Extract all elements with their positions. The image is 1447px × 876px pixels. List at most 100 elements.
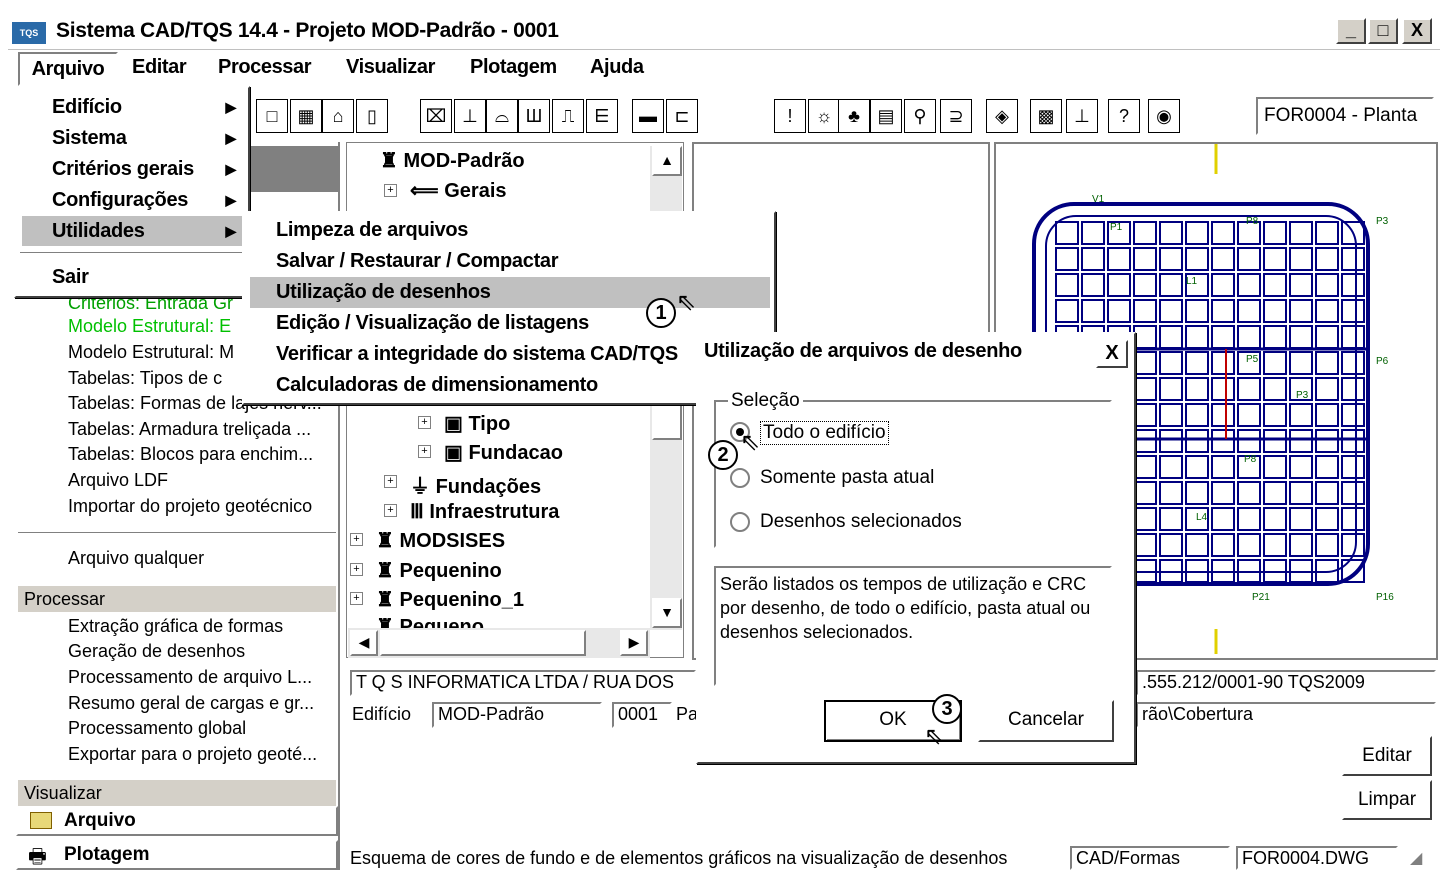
scroll-left-button[interactable]: ◀ xyxy=(350,630,378,656)
left-item[interactable]: Tabelas: Blocos para enchim... xyxy=(68,444,313,465)
arquivo-button[interactable]: Arquivo xyxy=(16,806,338,836)
scroll-right-button[interactable]: ▶ xyxy=(620,630,648,656)
tree-node-infraestrutura[interactable]: Ⅲ Infraestrutura xyxy=(410,499,559,524)
menu-editar[interactable]: Editar xyxy=(132,56,187,79)
menu-ajuda[interactable]: Ajuda xyxy=(590,56,644,79)
editar-button[interactable]: Editar xyxy=(1342,736,1432,776)
floor-plan-cell xyxy=(1315,481,1339,505)
arquivo-label: Arquivo xyxy=(64,810,136,831)
drawing-label: P3 xyxy=(1296,390,1309,401)
left-item[interactable]: Geração de desenhos xyxy=(68,641,245,662)
globe-icon[interactable]: ◉ xyxy=(1148,99,1180,133)
hscroll-thumb[interactable] xyxy=(380,630,586,656)
expand-icon[interactable]: + xyxy=(384,475,397,488)
floor-plan-cell xyxy=(1211,533,1235,557)
tree-node-mod-padrao[interactable]: ♜ MOD-Padrão xyxy=(380,148,525,173)
plug-icon[interactable]: ⊥ xyxy=(1066,99,1098,133)
building-icon[interactable]: ⌂ xyxy=(322,99,354,133)
left-item[interactable]: Modelo Estrutural: M xyxy=(68,342,234,363)
left-item[interactable]: Arquivo qualquer xyxy=(68,548,204,569)
slab-icon[interactable]: ⋿ xyxy=(586,99,618,133)
left-item[interactable]: Arquivo LDF xyxy=(68,470,168,491)
tree-node-pequeno[interactable]: ♜ Pequeno xyxy=(376,614,484,628)
limpar-button[interactable]: Limpar xyxy=(1342,780,1432,820)
scroll-up-button[interactable]: ▲ xyxy=(652,146,682,176)
expand-icon[interactable]: + xyxy=(384,504,397,517)
menu-plotagem[interactable]: Plotagem xyxy=(470,56,557,79)
expand-icon[interactable]: + xyxy=(350,592,363,605)
foundation-icon[interactable]: ⊥ xyxy=(454,99,486,133)
menu-item-criterios[interactable]: Critérios gerais ▶ xyxy=(22,154,244,184)
tree-node-tipo[interactable]: ▣ Tipo xyxy=(444,411,510,436)
label-desenhos-selecionados[interactable]: Desenhos selecionados xyxy=(760,511,962,533)
plant-select[interactable]: FOR0004 - Planta xyxy=(1256,97,1434,135)
dialog-close-button[interactable]: X xyxy=(1096,340,1128,368)
cloud-icon[interactable]: ♣ xyxy=(838,99,870,133)
grid-icon[interactable]: ▦ xyxy=(290,99,322,133)
radio-desenhos-selecionados[interactable] xyxy=(730,512,750,532)
left-item[interactable]: Processamento de arquivo L... xyxy=(68,667,312,688)
close-button[interactable]: X xyxy=(1402,18,1432,44)
tree-node-pequenino-1[interactable]: ♜ Pequenino_1 xyxy=(376,587,524,612)
tool-icon[interactable]: ⊇ xyxy=(940,99,972,133)
tree-node-fundacoes[interactable]: ⏚ Fundações xyxy=(410,470,541,499)
stair-icon[interactable]: ⎍ xyxy=(552,99,584,133)
floor-plan-cell xyxy=(1315,455,1339,479)
label-somente-pasta[interactable]: Somente pasta atual xyxy=(760,467,934,489)
calculator-icon[interactable]: ▤ xyxy=(870,99,902,133)
tree-node-modsises[interactable]: ♜ MODSISES xyxy=(376,528,505,553)
left-item[interactable]: Extração gráfica de formas xyxy=(68,616,283,637)
floor-plan-cell xyxy=(1289,429,1313,453)
zoom-icon[interactable]: ⚲ xyxy=(904,99,936,133)
drawing-label: P21 xyxy=(1252,592,1270,603)
menu-item-edificio[interactable]: Edifício ▶ xyxy=(22,92,244,122)
beam-icon[interactable]: ⊏ xyxy=(666,99,698,133)
menu-item-configuracoes[interactable]: Configurações ▶ xyxy=(22,185,244,215)
left-item[interactable]: Tabelas: Armadura treliçada ... xyxy=(68,419,311,440)
help-icon[interactable]: ? xyxy=(1108,99,1140,133)
left-item[interactable]: Modelo Estrutural: E xyxy=(68,316,231,337)
radio-somente-pasta[interactable] xyxy=(730,468,750,488)
pile-icon[interactable]: Ш xyxy=(518,99,550,133)
plotagem-button[interactable]: 🖶 Plotagem xyxy=(16,840,338,870)
expand-icon[interactable]: + xyxy=(350,563,363,576)
left-item[interactable]: Exportar para o projeto geoté... xyxy=(68,744,317,765)
column-icon[interactable]: ▯ xyxy=(356,99,388,133)
menu-item-utilidades[interactable]: Utilidades ▶ xyxy=(22,216,244,246)
submenu-item-calculadoras[interactable]: Calculadoras de dimensionamento xyxy=(250,370,770,401)
diamond-icon[interactable]: ◈ xyxy=(986,99,1018,133)
menu-visualizar[interactable]: Visualizar xyxy=(346,56,435,79)
minimize-button[interactable]: _ xyxy=(1336,18,1366,44)
expand-icon[interactable]: + xyxy=(418,416,431,429)
tree-node-fundacao[interactable]: ▣ Fundacao xyxy=(444,440,563,465)
alert-icon[interactable]: ! xyxy=(774,99,806,133)
tree-node-pequenino[interactable]: ♜ Pequenino xyxy=(376,558,502,583)
submenu-item-verificar[interactable]: Verificar a integridade do sistema CAD/T… xyxy=(250,339,770,370)
layers-icon[interactable]: ▩ xyxy=(1030,99,1062,133)
cancelar-button[interactable]: Cancelar xyxy=(978,700,1114,742)
left-item[interactable]: Importar do projeto geotécnico xyxy=(68,496,312,517)
expand-icon[interactable]: + xyxy=(418,445,431,458)
expand-icon[interactable]: + xyxy=(384,184,397,197)
menu-item-sistema[interactable]: Sistema ▶ xyxy=(22,123,244,153)
dialog-description: Serão listados os tempos de utilização e… xyxy=(714,566,1112,686)
resize-grip-icon[interactable]: ◢ xyxy=(1410,848,1422,868)
arch-icon[interactable]: ⌓ xyxy=(486,99,518,133)
menu-item-sair[interactable]: Sair xyxy=(22,262,244,292)
scroll-down-button[interactable]: ▼ xyxy=(652,598,682,628)
menu-processar[interactable]: Processar xyxy=(218,56,312,79)
left-item[interactable]: Tabelas: Tipos de c xyxy=(68,368,222,389)
expand-icon[interactable]: + xyxy=(350,533,363,546)
label-todo-edificio[interactable]: Todo o edifício xyxy=(760,421,889,445)
submenu-item-limpeza[interactable]: Limpeza de arquivos xyxy=(250,215,770,246)
menu-arquivo[interactable]: Arquivo xyxy=(18,52,118,86)
submenu-item-salvar[interactable]: Salvar / Restaurar / Compactar xyxy=(250,246,770,277)
left-item[interactable]: Processamento global xyxy=(68,718,246,739)
frame-icon[interactable]: ⌧ xyxy=(420,99,452,133)
sun-icon[interactable]: ☼ xyxy=(808,99,840,133)
wall-icon[interactable]: ▬ xyxy=(632,99,664,133)
left-item[interactable]: Resumo geral de cargas e gr... xyxy=(68,693,314,714)
maximize-button[interactable]: □ xyxy=(1368,18,1398,44)
tree-node-gerais[interactable]: ⟸ Gerais xyxy=(410,178,507,203)
plan-icon[interactable]: □ xyxy=(256,99,288,133)
